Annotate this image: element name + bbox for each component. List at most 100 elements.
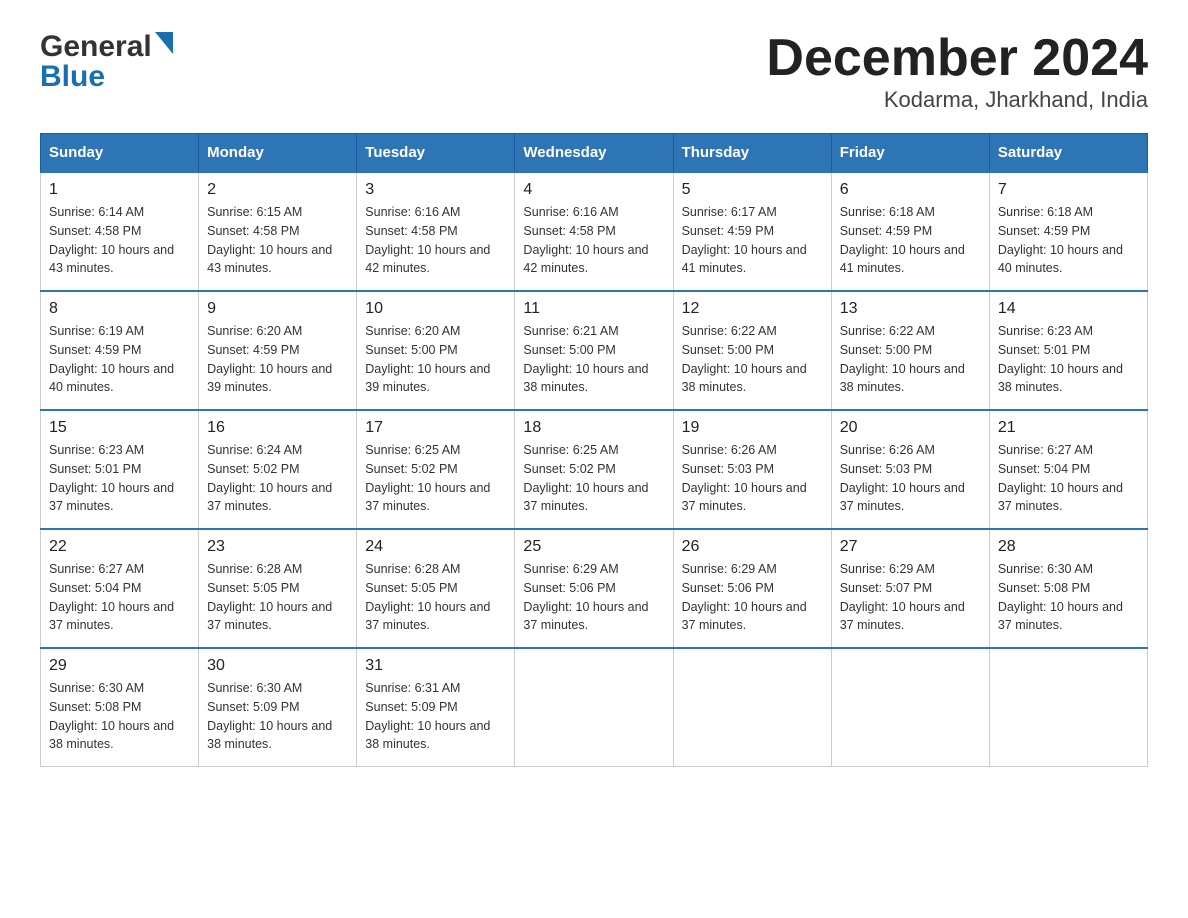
calendar-table: SundayMondayTuesdayWednesdayThursdayFrid…: [40, 133, 1148, 767]
calendar-cell: 30 Sunrise: 6:30 AMSunset: 5:09 PMDayligh…: [199, 648, 357, 767]
calendar-cell: 16 Sunrise: 6:24 AMSunset: 5:02 PMDayligh…: [199, 410, 357, 529]
day-number: 4: [523, 181, 664, 199]
logo-general-text: General: [40, 30, 152, 64]
logo-blue-text: Blue: [40, 60, 105, 93]
calendar-cell: 29 Sunrise: 6:30 AMSunset: 5:08 PMDayligh…: [41, 648, 199, 767]
calendar-cell: [831, 648, 989, 767]
day-number: 9: [207, 300, 348, 318]
calendar-cell: 8Sunrise: 6:19 AMSunset: 4:59 PMDaylight…: [41, 291, 199, 410]
calendar-cell: [989, 648, 1147, 767]
day-info: Sunrise: 6:16 AMSunset: 4:58 PMDaylight:…: [365, 203, 506, 278]
day-number: 2: [207, 181, 348, 199]
day-info: Sunrise: 6:30 AMSunset: 5:08 PMDaylight:…: [998, 560, 1139, 635]
calendar-cell: 26 Sunrise: 6:29 AMSunset: 5:06 PMDayligh…: [673, 529, 831, 648]
week-row-5: 29 Sunrise: 6:30 AMSunset: 5:08 PMDayligh…: [41, 648, 1148, 767]
calendar-cell: 27 Sunrise: 6:29 AMSunset: 5:07 PMDayligh…: [831, 529, 989, 648]
day-info: Sunrise: 6:23 AMSunset: 5:01 PMDaylight:…: [998, 322, 1139, 397]
day-of-week-monday: Monday: [199, 134, 357, 173]
logo: General Blue: [40, 30, 173, 94]
day-info: Sunrise: 6:27 AMSunset: 5:04 PMDaylight:…: [998, 441, 1139, 516]
day-of-week-tuesday: Tuesday: [357, 134, 515, 173]
day-info: Sunrise: 6:20 AMSunset: 5:00 PMDaylight:…: [365, 322, 506, 397]
calendar-cell: [673, 648, 831, 767]
day-info: Sunrise: 6:17 AMSunset: 4:59 PMDaylight:…: [682, 203, 823, 278]
day-info: Sunrise: 6:18 AMSunset: 4:59 PMDaylight:…: [840, 203, 981, 278]
day-info: Sunrise: 6:21 AMSunset: 5:00 PMDaylight:…: [523, 322, 664, 397]
day-number: 18: [523, 419, 664, 437]
day-number: 5: [682, 181, 823, 199]
calendar-cell: 5 Sunrise: 6:17 AMSunset: 4:59 PMDaylight…: [673, 172, 831, 291]
day-info: Sunrise: 6:29 AMSunset: 5:06 PMDaylight:…: [682, 560, 823, 635]
day-number: 25: [523, 538, 664, 556]
calendar-cell: 17Sunrise: 6:25 AMSunset: 5:02 PMDayligh…: [357, 410, 515, 529]
day-number: 6: [840, 181, 981, 199]
day-number: 16: [207, 419, 348, 437]
calendar-cell: 15Sunrise: 6:23 AMSunset: 5:01 PMDayligh…: [41, 410, 199, 529]
calendar-cell: 10 Sunrise: 6:20 AMSunset: 5:00 PMDayligh…: [357, 291, 515, 410]
calendar-cell: 9 Sunrise: 6:20 AMSunset: 4:59 PMDaylight…: [199, 291, 357, 410]
day-number: 13: [840, 300, 981, 318]
day-of-week-saturday: Saturday: [989, 134, 1147, 173]
calendar-cell: 13 Sunrise: 6:22 AMSunset: 5:00 PMDayligh…: [831, 291, 989, 410]
calendar-cell: 1Sunrise: 6:14 AMSunset: 4:58 PMDaylight…: [41, 172, 199, 291]
day-number: 17: [365, 419, 506, 437]
day-info: Sunrise: 6:29 AMSunset: 5:06 PMDaylight:…: [523, 560, 664, 635]
logo-arrow-icon: [155, 32, 173, 59]
calendar-cell: 23 Sunrise: 6:28 AMSunset: 5:05 PMDayligh…: [199, 529, 357, 648]
day-number: 14: [998, 300, 1139, 318]
day-info: Sunrise: 6:24 AMSunset: 5:02 PMDaylight:…: [207, 441, 348, 516]
day-info: Sunrise: 6:28 AMSunset: 5:05 PMDaylight:…: [207, 560, 348, 635]
day-info: Sunrise: 6:27 AMSunset: 5:04 PMDaylight:…: [49, 560, 190, 635]
calendar-cell: [515, 648, 673, 767]
day-number: 27: [840, 538, 981, 556]
day-info: Sunrise: 6:31 AMSunset: 5:09 PMDaylight:…: [365, 679, 506, 754]
day-number: 12: [682, 300, 823, 318]
day-of-week-sunday: Sunday: [41, 134, 199, 173]
calendar-cell: 4 Sunrise: 6:16 AMSunset: 4:58 PMDaylight…: [515, 172, 673, 291]
day-of-week-wednesday: Wednesday: [515, 134, 673, 173]
calendar-cell: 7Sunrise: 6:18 AMSunset: 4:59 PMDaylight…: [989, 172, 1147, 291]
calendar-cell: 24Sunrise: 6:28 AMSunset: 5:05 PMDayligh…: [357, 529, 515, 648]
calendar-cell: 3 Sunrise: 6:16 AMSunset: 4:58 PMDaylight…: [357, 172, 515, 291]
day-number: 28: [998, 538, 1139, 556]
day-number: 31: [365, 657, 506, 675]
calendar-cell: 28 Sunrise: 6:30 AMSunset: 5:08 PMDayligh…: [989, 529, 1147, 648]
day-number: 21: [998, 419, 1139, 437]
day-info: Sunrise: 6:22 AMSunset: 5:00 PMDaylight:…: [682, 322, 823, 397]
calendar-cell: 14 Sunrise: 6:23 AMSunset: 5:01 PMDayligh…: [989, 291, 1147, 410]
day-number: 3: [365, 181, 506, 199]
day-info: Sunrise: 6:15 AMSunset: 4:58 PMDaylight:…: [207, 203, 348, 278]
day-number: 8: [49, 300, 190, 318]
day-info: Sunrise: 6:29 AMSunset: 5:07 PMDaylight:…: [840, 560, 981, 635]
day-number: 22: [49, 538, 190, 556]
day-of-week-thursday: Thursday: [673, 134, 831, 173]
calendar-cell: 6 Sunrise: 6:18 AMSunset: 4:59 PMDaylight…: [831, 172, 989, 291]
calendar-cell: 25 Sunrise: 6:29 AMSunset: 5:06 PMDayligh…: [515, 529, 673, 648]
week-row-3: 15Sunrise: 6:23 AMSunset: 5:01 PMDayligh…: [41, 410, 1148, 529]
calendar-body: 1Sunrise: 6:14 AMSunset: 4:58 PMDaylight…: [41, 172, 1148, 767]
day-info: Sunrise: 6:20 AMSunset: 4:59 PMDaylight:…: [207, 322, 348, 397]
calendar-cell: 31 Sunrise: 6:31 AMSunset: 5:09 PMDayligh…: [357, 648, 515, 767]
week-row-4: 22 Sunrise: 6:27 AMSunset: 5:04 PMDayligh…: [41, 529, 1148, 648]
day-number: 7: [998, 181, 1139, 199]
day-info: Sunrise: 6:22 AMSunset: 5:00 PMDaylight:…: [840, 322, 981, 397]
day-info: Sunrise: 6:25 AMSunset: 5:02 PMDaylight:…: [523, 441, 664, 516]
day-number: 10: [365, 300, 506, 318]
day-info: Sunrise: 6:30 AMSunset: 5:08 PMDaylight:…: [49, 679, 190, 754]
day-number: 30: [207, 657, 348, 675]
page-subtitle: Kodarma, Jharkhand, India: [766, 87, 1148, 113]
day-info: Sunrise: 6:30 AMSunset: 5:09 PMDaylight:…: [207, 679, 348, 754]
week-row-1: 1Sunrise: 6:14 AMSunset: 4:58 PMDaylight…: [41, 172, 1148, 291]
day-number: 29: [49, 657, 190, 675]
day-number: 23: [207, 538, 348, 556]
days-of-week-row: SundayMondayTuesdayWednesdayThursdayFrid…: [41, 134, 1148, 173]
day-info: Sunrise: 6:16 AMSunset: 4:58 PMDaylight:…: [523, 203, 664, 278]
calendar-cell: 2 Sunrise: 6:15 AMSunset: 4:58 PMDaylight…: [199, 172, 357, 291]
title-block: December 2024 Kodarma, Jharkhand, India: [766, 30, 1148, 113]
day-number: 19: [682, 419, 823, 437]
day-info: Sunrise: 6:23 AMSunset: 5:01 PMDaylight:…: [49, 441, 190, 516]
day-number: 26: [682, 538, 823, 556]
calendar-cell: 12 Sunrise: 6:22 AMSunset: 5:00 PMDayligh…: [673, 291, 831, 410]
calendar-cell: 22 Sunrise: 6:27 AMSunset: 5:04 PMDayligh…: [41, 529, 199, 648]
page-header: General Blue December 2024 Kodarma, Jhar…: [40, 30, 1148, 113]
